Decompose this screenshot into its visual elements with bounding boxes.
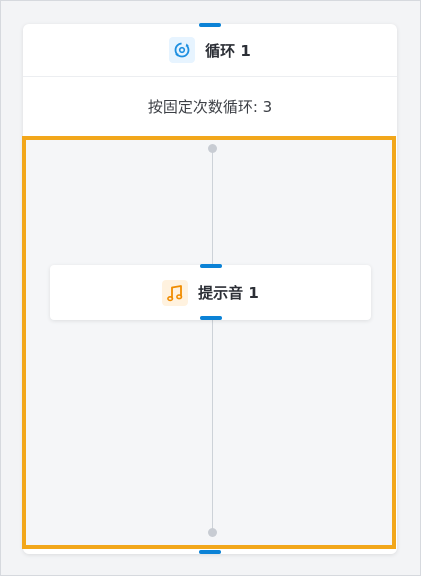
node-top-connector[interactable] xyxy=(200,264,222,268)
loop-end-dot xyxy=(208,528,217,537)
prompt-tone-node[interactable]: 提示音 1 xyxy=(50,264,371,320)
loop-bottom-connector[interactable] xyxy=(199,550,221,554)
node-title: 提示音 1 xyxy=(198,284,259,302)
loop-header[interactable]: 循环 1 xyxy=(23,24,397,77)
loop-start-dot xyxy=(208,144,217,153)
node-bottom-connector[interactable] xyxy=(200,316,222,320)
loop-title: 循环 1 xyxy=(205,41,251,60)
connector-line xyxy=(212,150,213,536)
music-note-icon xyxy=(162,279,189,306)
loop-icon xyxy=(169,37,196,63)
loop-body-selected[interactable]: 提示音 1 xyxy=(22,136,396,549)
loop-description: 按固定次数循环: 3 xyxy=(147,97,273,116)
